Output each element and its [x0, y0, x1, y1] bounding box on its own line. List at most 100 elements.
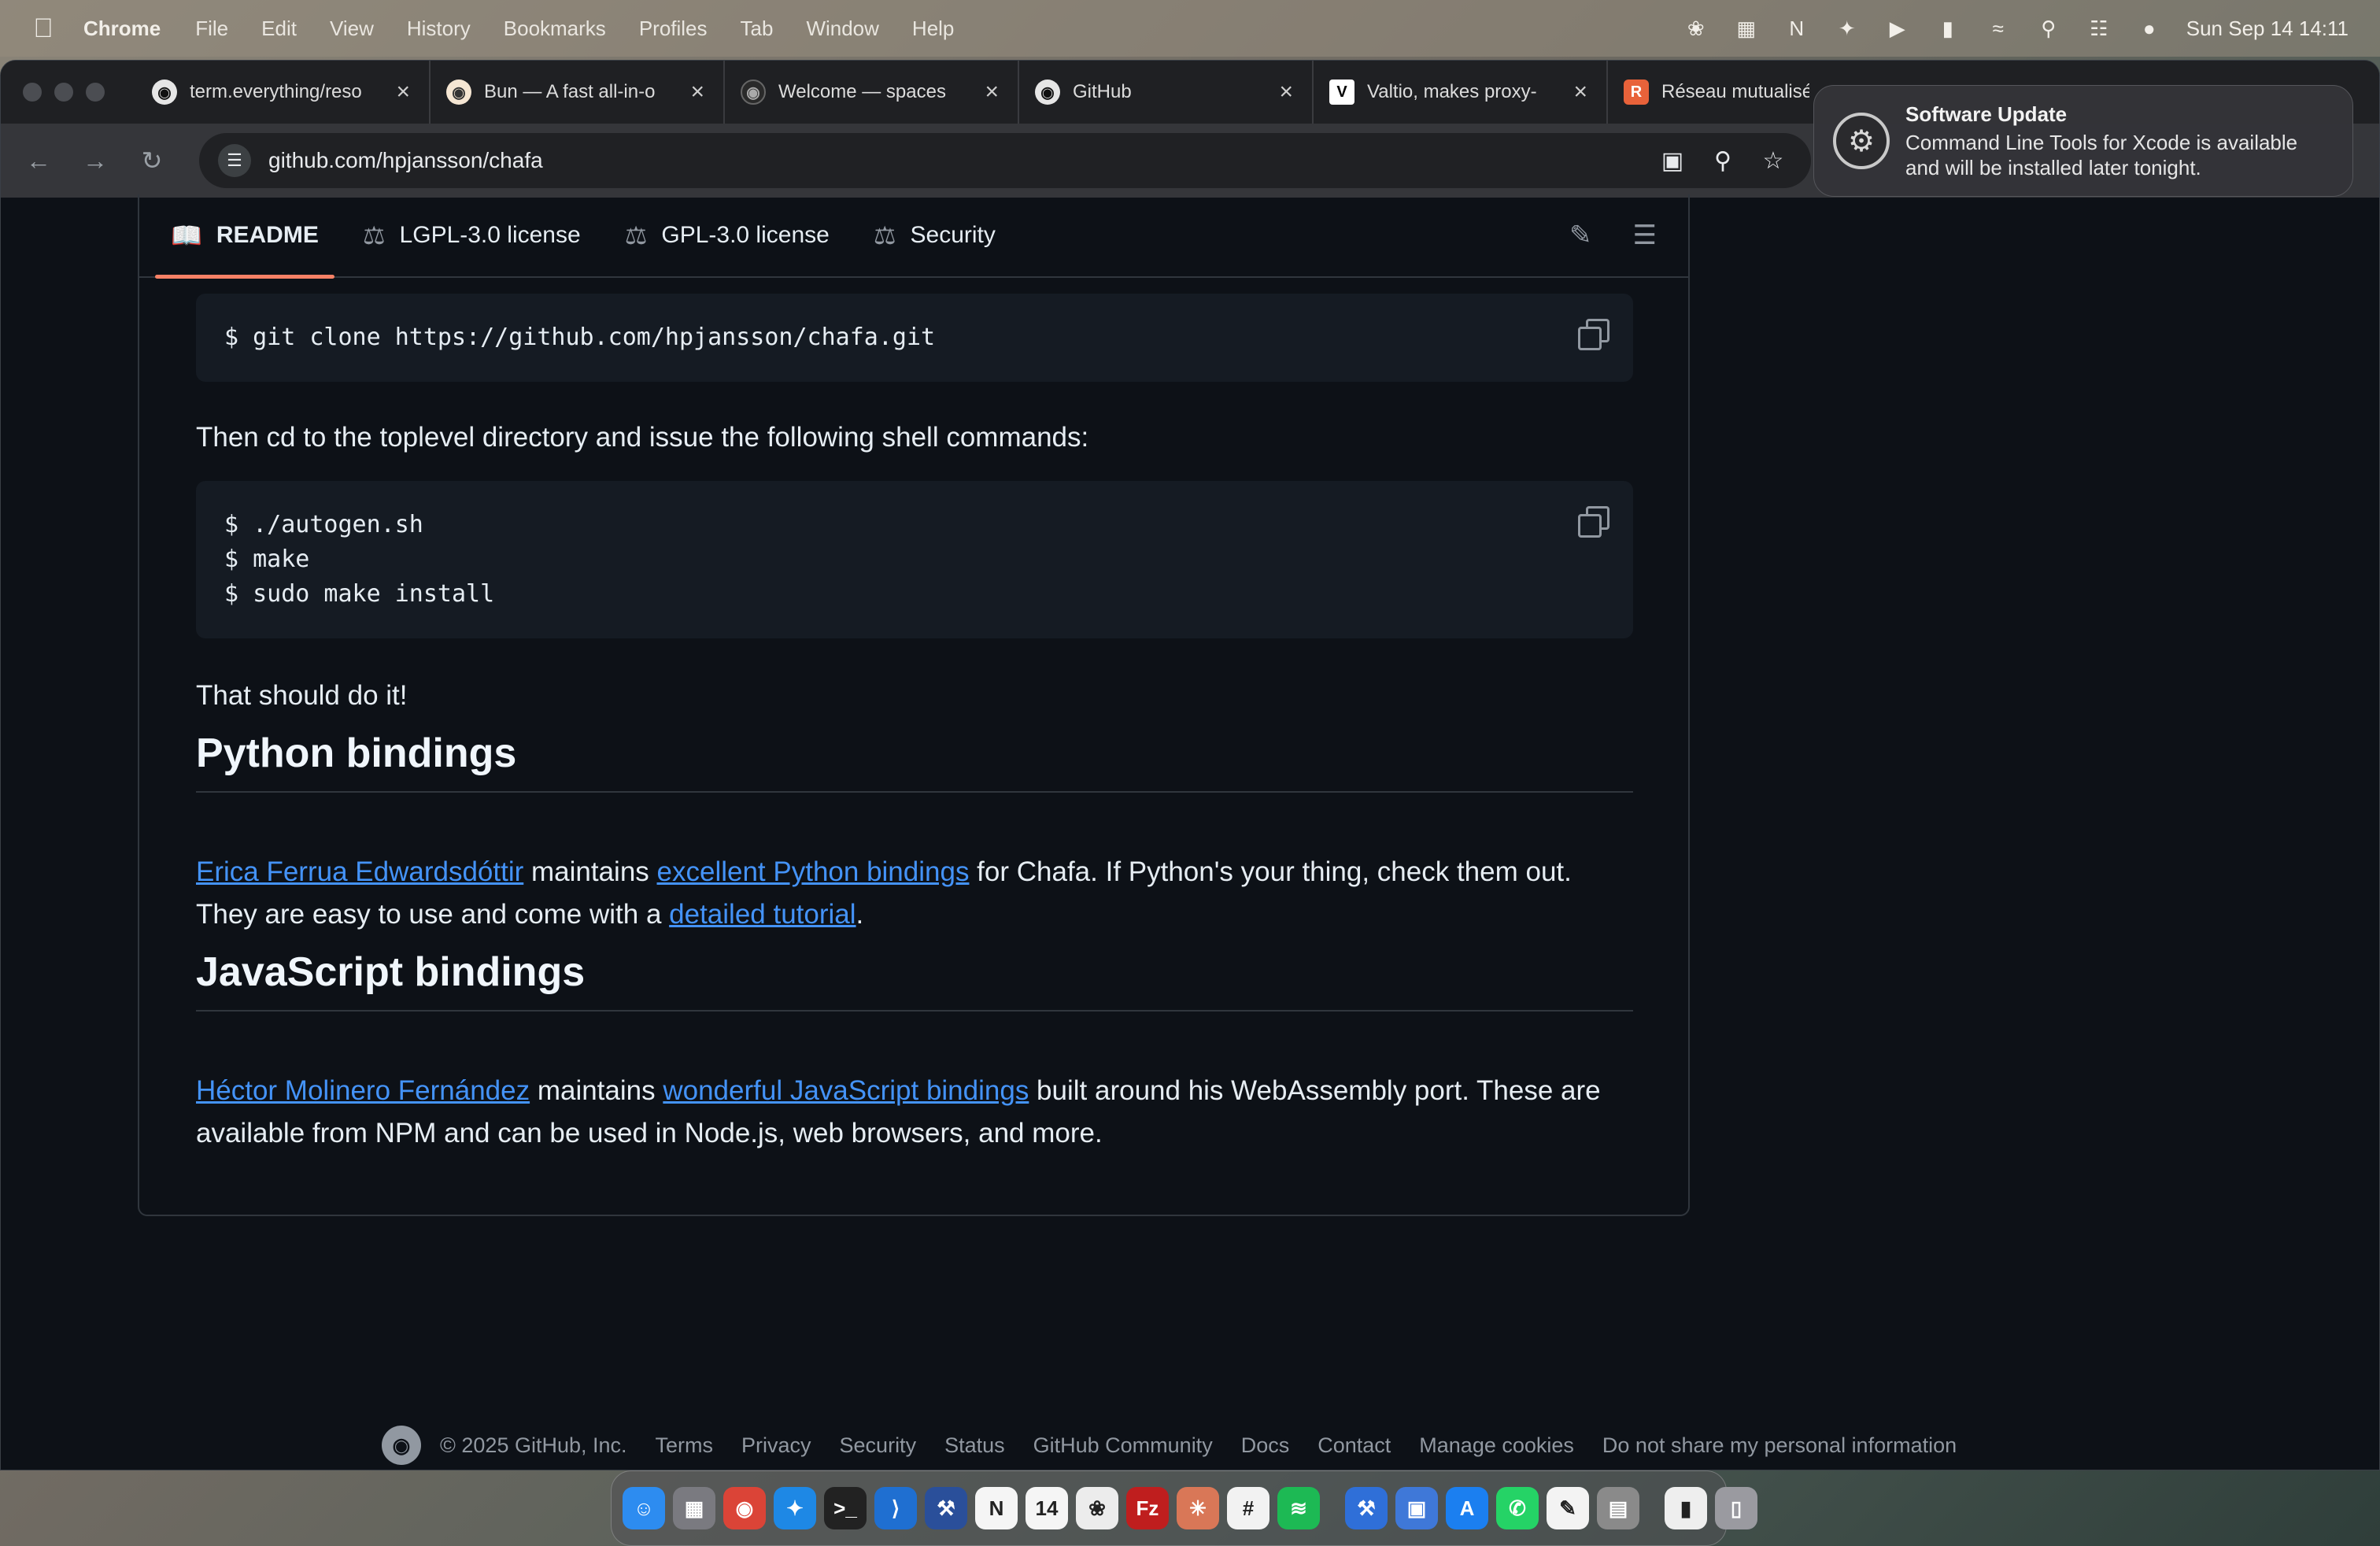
copy-icon[interactable] — [1576, 505, 1609, 538]
apple-menu-icon[interactable]:  — [31, 13, 55, 44]
notion-icon[interactable]: N — [975, 1487, 1018, 1529]
browser-tab[interactable]: ◉ Welcome — spaces × — [725, 61, 1019, 124]
footer-link-security[interactable]: Security — [840, 1433, 917, 1458]
code-line: $ ./autogen.sh — [224, 511, 423, 538]
link-javascript-bindings[interactable]: wonderful JavaScript bindings — [663, 1075, 1029, 1106]
simulator-icon[interactable]: ▣ — [1395, 1487, 1438, 1529]
footer-link-terms[interactable]: Terms — [656, 1433, 714, 1458]
claude-icon[interactable]: ✳ — [1177, 1487, 1219, 1529]
link-detailed-tutorial[interactable]: detailed tutorial — [669, 899, 856, 930]
play-icon[interactable]: ▶ — [1884, 17, 1911, 40]
calculator-icon[interactable]: ▤ — [1597, 1487, 1639, 1529]
address-bar[interactable]: ☰ github.com/hpjansson/chafa ▣ ⚲ ☆ — [199, 133, 1811, 188]
edit-pencil-icon[interactable]: ✎ — [1569, 220, 1592, 251]
text: . — [856, 899, 864, 930]
spaces-icon: ◉ — [741, 80, 766, 105]
footer-link-community[interactable]: GitHub Community — [1033, 1433, 1213, 1458]
copy-icon[interactable] — [1576, 317, 1609, 350]
close-tab-icon[interactable]: × — [690, 79, 704, 105]
downloads-icon[interactable]: ▮ — [1665, 1487, 1707, 1529]
browser-tab[interactable]: V Valtio, makes proxy- × — [1314, 61, 1608, 124]
zoom-icon[interactable]: ⚲ — [1704, 142, 1742, 179]
menu-profiles[interactable]: Profiles — [639, 17, 708, 41]
filezilla-icon[interactable]: Fz — [1126, 1487, 1169, 1529]
tab-security[interactable]: ⚖ Security — [858, 194, 1011, 277]
close-window-button[interactable] — [23, 83, 42, 102]
safari-icon[interactable]: ✦ — [774, 1487, 816, 1529]
menubar-clock[interactable]: Sun Sep 14 14:11 — [2186, 17, 2349, 41]
tab-lgpl-license[interactable]: ⚖ LGPL-3.0 license — [347, 194, 597, 277]
link-erica[interactable]: Erica Ferrua Edwardsdóttir — [196, 856, 523, 887]
footer-link-contact[interactable]: Contact — [1318, 1433, 1391, 1458]
tab-title: Welcome — spaces — [778, 81, 946, 102]
calendar-icon[interactable]: 14 — [1026, 1487, 1068, 1529]
minimize-window-button[interactable] — [54, 83, 73, 102]
control-center-icon[interactable]: ☷ — [2086, 17, 2112, 40]
textedit-icon[interactable]: ✎ — [1547, 1487, 1589, 1529]
forward-icon[interactable]: → — [76, 142, 114, 179]
footer-link-docs[interactable]: Docs — [1241, 1433, 1290, 1458]
close-tab-icon[interactable]: × — [985, 79, 999, 105]
browser-tab[interactable]: ◉ term.everything/reso × — [136, 61, 431, 124]
footer-link-do-not-share[interactable]: Do not share my personal information — [1602, 1433, 1957, 1458]
url-text[interactable]: github.com/hpjansson/chafa — [268, 148, 1641, 173]
close-tab-icon[interactable]: × — [396, 79, 410, 105]
tab-gpl-license[interactable]: ⚖ GPL-3.0 license — [609, 194, 845, 277]
code-block-build: $ ./autogen.sh $ make $ sudo make instal… — [196, 481, 1633, 638]
back-icon[interactable]: ← — [20, 142, 57, 179]
menu-view[interactable]: View — [330, 17, 374, 41]
tab-readme[interactable]: 📖 README — [155, 194, 334, 279]
search-icon[interactable]: ⚲ — [2035, 17, 2062, 40]
site-info-icon[interactable]: ☰ — [218, 144, 251, 177]
bookmark-star-icon[interactable]: ☆ — [1754, 142, 1792, 179]
terminal-icon[interactable]: >_ — [824, 1487, 867, 1529]
menu-edit[interactable]: Edit — [261, 17, 297, 41]
notion-icon[interactable]: N — [1783, 17, 1810, 40]
scale-icon: ⚖ — [873, 221, 896, 250]
github-logo-icon[interactable]: ◉ — [382, 1426, 421, 1465]
chrome-icon[interactable]: ◉ — [723, 1487, 766, 1529]
spotify-icon[interactable]: ≋ — [1277, 1487, 1320, 1529]
close-tab-icon[interactable]: × — [1279, 79, 1293, 105]
link-hector[interactable]: Héctor Molinero Fernández — [196, 1075, 530, 1106]
battery-icon[interactable]: ▮ — [1935, 17, 1961, 40]
slack-icon[interactable]: # — [1227, 1487, 1269, 1529]
xcode-dev-icon[interactable]: ⚒ — [1345, 1487, 1388, 1529]
chatgpt-icon[interactable]: ❀ — [1076, 1487, 1118, 1529]
zoom-window-button[interactable] — [86, 83, 105, 102]
menu-tab[interactable]: Tab — [741, 17, 774, 41]
calendar-icon[interactable]: ▦ — [1733, 17, 1760, 40]
appstore-icon[interactable]: A — [1446, 1487, 1488, 1529]
menu-bookmarks[interactable]: Bookmarks — [504, 17, 606, 41]
browser-tab[interactable]: R Réseau mutualisé — [1608, 61, 1828, 124]
footer-link-cookies[interactable]: Manage cookies — [1419, 1433, 1574, 1458]
footer-link-status[interactable]: Status — [944, 1433, 1005, 1458]
outline-list-icon[interactable]: ☰ — [1633, 220, 1657, 251]
dock: ☺ ▦ ◉ ✦ >_ ⟩ ⚒ N 14 ❀ Fz ✳ # ≋ ⚒ ▣ A ✆ ✎ ▤ ▮ ▯ — [611, 1470, 1757, 1546]
paragraph-python: Erica Ferrua Edwardsdóttir maintains exc… — [196, 851, 1636, 936]
cursor-icon[interactable]: ✦ — [1834, 17, 1861, 40]
wifi-icon[interactable]: ≈ — [1985, 17, 2012, 40]
launchpad-icon[interactable]: ▦ — [673, 1487, 715, 1529]
menu-history[interactable]: History — [407, 17, 471, 41]
vscode-icon[interactable]: ⟩ — [874, 1487, 917, 1529]
openai-icon[interactable]: ❀ — [1683, 17, 1709, 40]
scale-icon: ⚖ — [362, 221, 386, 250]
link-python-bindings[interactable]: excellent Python bindings — [657, 856, 970, 887]
close-tab-icon[interactable]: × — [1573, 79, 1587, 105]
xcode-icon[interactable]: ⚒ — [925, 1487, 967, 1529]
finder-icon[interactable]: ☺ — [623, 1487, 665, 1529]
reload-icon[interactable]: ↻ — [133, 142, 171, 179]
app-menu[interactable]: Chrome — [83, 17, 161, 41]
whatsapp-icon[interactable]: ✆ — [1496, 1487, 1539, 1529]
browser-tab[interactable]: ◉ GitHub × — [1019, 61, 1314, 124]
install-app-icon[interactable]: ▣ — [1654, 142, 1691, 179]
menu-window[interactable]: Window — [806, 17, 878, 41]
browser-tab[interactable]: ◉ Bun — A fast all-in-o × — [431, 61, 725, 124]
siri-icon[interactable]: ● — [2136, 17, 2163, 40]
menu-file[interactable]: File — [195, 17, 228, 41]
footer-link-privacy[interactable]: Privacy — [741, 1433, 811, 1458]
software-update-notification[interactable]: ⚙ Software Update Command Line Tools for… — [1813, 85, 2353, 197]
trash-icon[interactable]: ▯ — [1715, 1487, 1757, 1529]
menu-help[interactable]: Help — [912, 17, 954, 41]
